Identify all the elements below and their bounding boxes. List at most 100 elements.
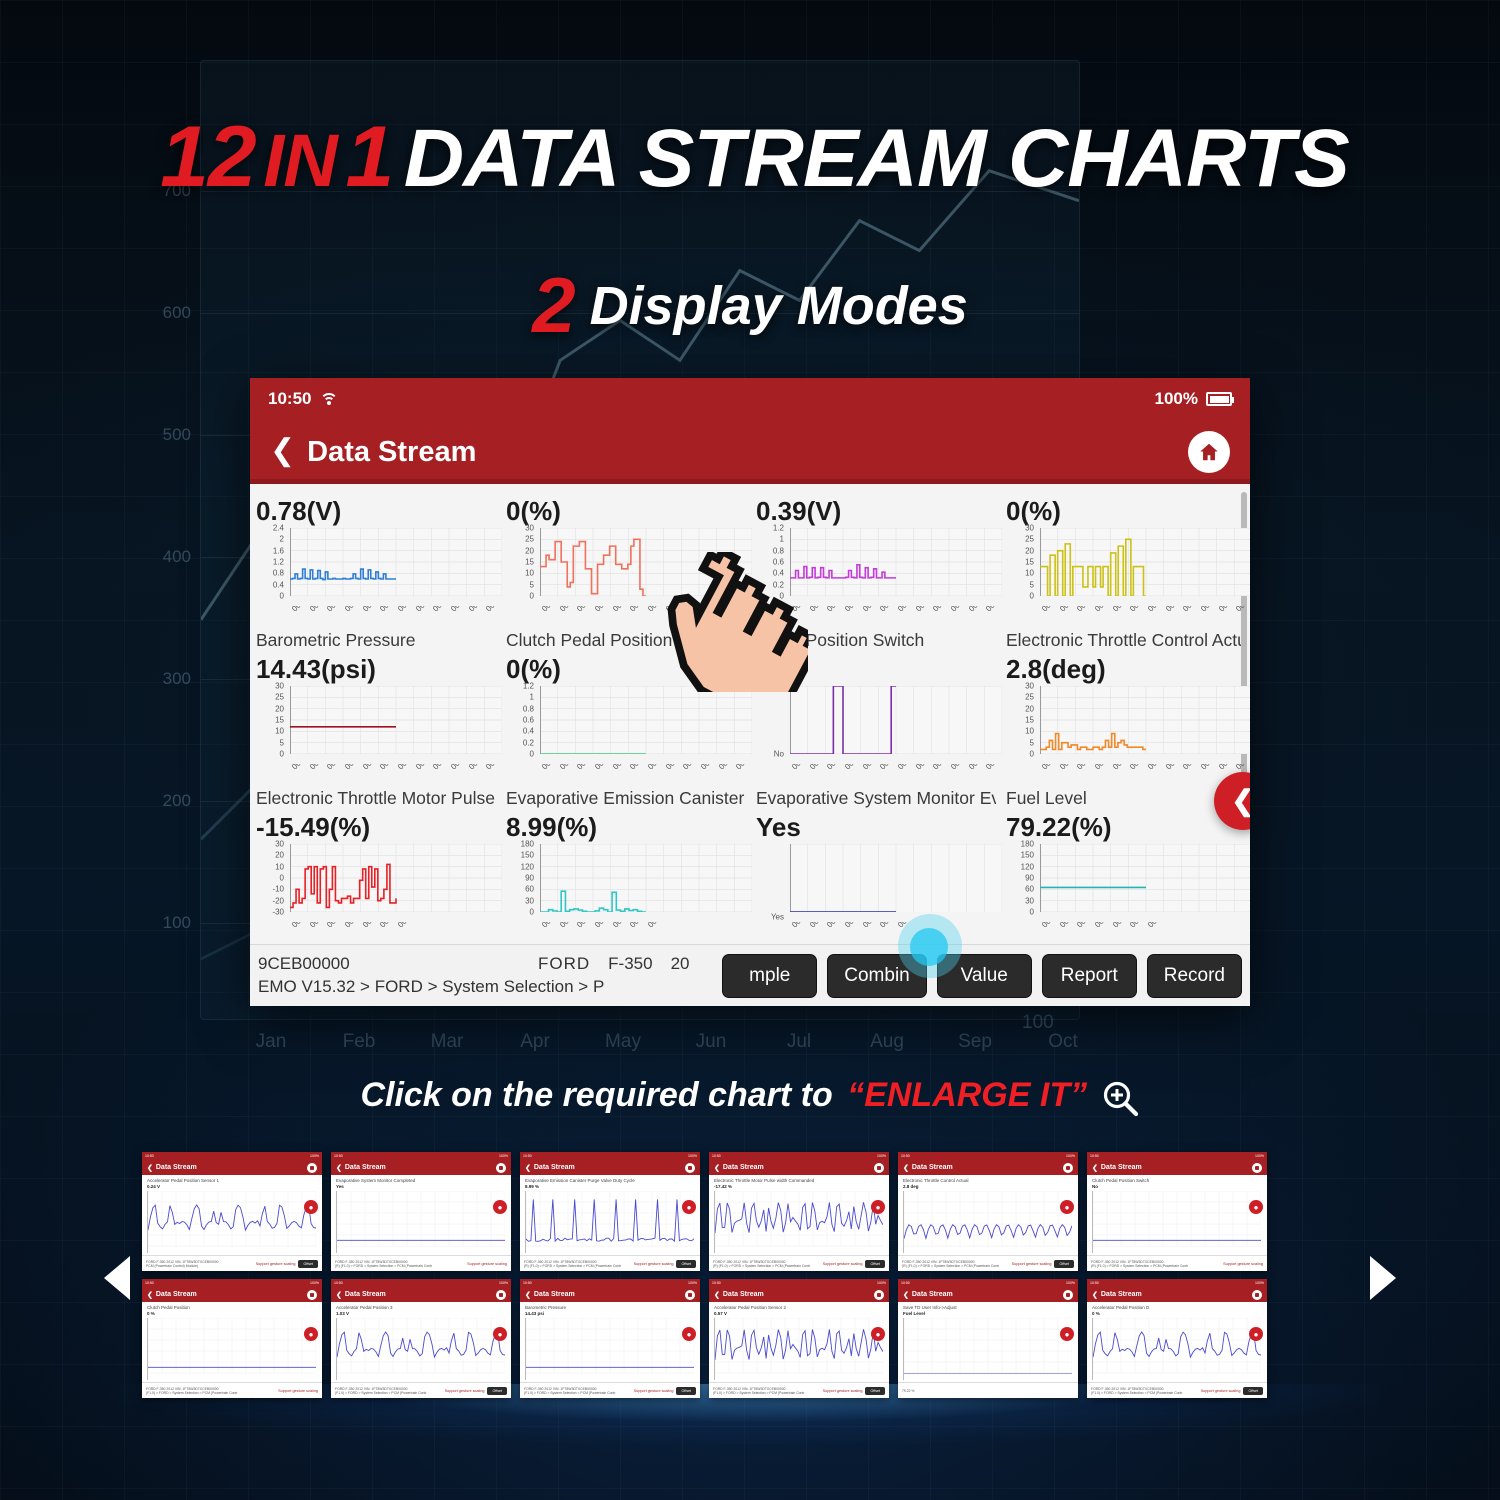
thumbnail-item[interactable]: 10:50 100% ❮ Data Stream Accelerator Pedal P… <box>331 1279 511 1398</box>
close-icon[interactable]: ● <box>1249 1327 1263 1341</box>
chevron-left-icon[interactable]: ❮ <box>1092 1164 1098 1172</box>
thumbnail-item[interactable]: 10:50 100% ❮ Data Stream Electronic Throttle… <box>898 1152 1078 1271</box>
thumbnail-item[interactable]: 10:50 100% ❮ Data Stream Evaporative Emissio… <box>520 1152 700 1271</box>
chart-ytick-label: 1 <box>530 693 534 702</box>
chart-plot[interactable]: NoYes <box>756 686 996 764</box>
close-icon[interactable]: ● <box>682 1327 696 1341</box>
chevron-left-icon[interactable]: ❮ <box>336 1291 342 1299</box>
chart-cell[interactable]: 8.99(%) 030 6090120 150180 00:0000:0500:1000… <box>500 810 750 946</box>
chart-value: 0(%) <box>506 494 746 528</box>
thumb-status-bar: 10:50 100% <box>331 1152 511 1160</box>
chart-plot[interactable]: 0 30 60 90 120 150 180 <box>506 844 746 922</box>
cta-highlight: “ENLARGE IT” <box>847 1076 1087 1114</box>
home-icon[interactable] <box>1063 1290 1073 1300</box>
chart-cell[interactable]: 0(%) 05 101520 2530 00:0000:0500:1000:1500:2… <box>1000 494 1250 652</box>
chevron-left-icon[interactable]: ❮ <box>525 1291 531 1299</box>
triangle-right-icon[interactable] <box>1370 1256 1396 1300</box>
thumb-button[interactable]: Offset <box>865 1387 885 1395</box>
triangle-left-icon[interactable] <box>104 1256 130 1300</box>
chevron-left-icon[interactable]: ❮ <box>1092 1291 1098 1299</box>
home-icon[interactable] <box>307 1290 317 1300</box>
thumb-plot <box>336 1191 506 1253</box>
status-bar: 10:50 100% <box>250 378 1250 420</box>
chevron-left-icon[interactable]: ❮ <box>714 1291 720 1299</box>
close-icon[interactable]: ● <box>682 1200 696 1214</box>
toolbar-button-mple[interactable]: mple <box>722 954 817 998</box>
thumbnail-item[interactable]: 10:50 100% ❮ Data Stream Electronic Throttle… <box>709 1152 889 1271</box>
chart-cell[interactable]: 0.78(V) 00.4 0.81.21.6 22.4 00:0000:0500:100… <box>250 494 500 652</box>
chevron-left-icon[interactable]: ❮ <box>147 1164 153 1172</box>
close-icon[interactable]: ● <box>304 1327 318 1341</box>
chart-plot[interactable]: 0 0.2 0.4 0.6 0.8 1 1.2 <box>506 686 746 764</box>
chevron-left-icon[interactable]: ❮ <box>525 1164 531 1172</box>
thumbnail-carousel[interactable]: 10:50 100% ❮ Data Stream Accelerator Pedal P… <box>0 1148 1500 1408</box>
chart-cell[interactable]: -15.49(%) -30-20 -10010 2030 00:0000:0500:10… <box>250 810 500 946</box>
thumb-button[interactable]: Offset <box>865 1260 885 1268</box>
thumb-button[interactable]: Offset <box>298 1260 318 1268</box>
chart-plot[interactable]: Yes <box>756 844 996 922</box>
home-icon[interactable] <box>496 1290 506 1300</box>
thumb-title: Data Stream <box>1101 1291 1142 1298</box>
toolbar-button-report[interactable]: Report <box>1042 954 1137 998</box>
home-icon[interactable] <box>685 1163 695 1173</box>
thumb-button[interactable]: Offset <box>1243 1387 1263 1395</box>
thumbnail-item[interactable]: 10:50 100% ❮ Data Stream Accelerator Pedal P… <box>1087 1279 1267 1398</box>
close-icon[interactable]: ● <box>493 1200 507 1214</box>
chevron-left-icon[interactable]: ❮ <box>336 1164 342 1172</box>
chart-xaxis: 00:0000:0500:1000:1500:2000:2500:30 <box>256 922 496 944</box>
chart-ytick-label: 30 <box>525 896 534 905</box>
thumbnail-item[interactable]: 10:50 100% ❮ Data Stream Evaporative System … <box>331 1152 511 1271</box>
close-icon[interactable]: ● <box>1060 1327 1074 1341</box>
thumb-button[interactable]: Offset <box>1054 1260 1074 1268</box>
thumbnail-item[interactable]: 10:50 100% ❮ Data Stream Accelerator Pedal P… <box>142 1152 322 1271</box>
toolbar-button-record[interactable]: Record <box>1147 954 1242 998</box>
thumbnail-item[interactable]: 10:50 100% ❮ Data Stream Barometric Pressure… <box>520 1279 700 1398</box>
thumb-param-name: Accelerator Pedal Position Sensor 1 <box>142 1175 322 1183</box>
close-icon[interactable]: ● <box>304 1200 318 1214</box>
chart-value: 2.8(deg) <box>1006 652 1246 686</box>
thumb-plot <box>903 1318 1073 1380</box>
thumbnail-item[interactable]: 10:50 100% ❮ Data Stream Save TD User Info->… <box>898 1279 1078 1398</box>
chart-plot[interactable]: 0 5 10 15 20 25 30 <box>1006 528 1246 606</box>
chart-plot[interactable]: -30 -20 -10 0 10 20 30 <box>256 844 496 922</box>
close-icon[interactable]: ● <box>871 1200 885 1214</box>
thumb-footer: FORD F-350 2012 VIN: 1FT8W3DTXCEB00000 (R… <box>898 1255 1078 1271</box>
chart-cell[interactable]: 2.8(deg) 05 101520 2530 00:0000:0500:1000:15… <box>1000 652 1250 810</box>
thumb-button[interactable]: Offset <box>676 1260 696 1268</box>
chart-plot[interactable]: 0 5 10 15 20 25 30 <box>256 686 496 764</box>
close-icon[interactable]: ● <box>1249 1200 1263 1214</box>
home-icon[interactable] <box>1188 431 1230 473</box>
thumbnail-item[interactable]: 10:50 100% ❮ Data Stream Clutch Pedal Positi… <box>1087 1152 1267 1271</box>
close-icon[interactable]: ● <box>871 1327 885 1341</box>
chart-value: 79.22(%) <box>1006 810 1246 844</box>
chart-cell[interactable]: 79.22(%) 030 6090120 150180 00:0000:0500:100… <box>1000 810 1250 946</box>
chart-cell[interactable]: 14.43(psi) 05 101520 2530 00:0000:0500:1000:… <box>250 652 500 810</box>
home-icon[interactable] <box>307 1163 317 1173</box>
close-icon[interactable]: ● <box>1060 1200 1074 1214</box>
chevron-left-icon[interactable]: ❮ <box>270 436 295 466</box>
thumbnail-item[interactable]: 10:50 100% ❮ Data Stream Accelerator Pedal P… <box>709 1279 889 1398</box>
chevron-left-icon[interactable]: ❮ <box>903 1164 909 1172</box>
thumb-button[interactable]: Offset <box>676 1387 696 1395</box>
thumb-nav-bar: ❮ Data Stream <box>142 1160 322 1175</box>
chart-cell[interactable]: YesYes00:0000:0500:1000:1500:2000:2500:3… <box>750 810 1000 946</box>
close-icon[interactable]: ● <box>493 1327 507 1341</box>
chart-plot[interactable]: 0 30 60 90 120 150 180 <box>1006 844 1246 922</box>
thumb-button[interactable]: Offset <box>487 1387 507 1395</box>
chart-plot[interactable]: 0 5 10 15 20 25 30 <box>1006 686 1246 764</box>
home-icon[interactable] <box>874 1163 884 1173</box>
thumb-breadcrumb: PCM (Powertrain Control) Module) <box>146 1264 219 1268</box>
chevron-left-icon[interactable]: ❮ <box>147 1291 153 1299</box>
thumbnail-item[interactable]: 10:50 100% ❮ Data Stream Clutch Pedal Positi… <box>142 1279 322 1398</box>
home-icon[interactable] <box>874 1290 884 1300</box>
chart-plot[interactable]: 0 0.4 0.8 1.2 1.6 2 2.4 <box>256 528 496 606</box>
home-icon[interactable] <box>1252 1163 1262 1173</box>
chevron-left-icon[interactable]: ❮ <box>903 1291 909 1299</box>
thumb-chart-svg <box>337 1318 505 1374</box>
home-icon[interactable] <box>1252 1290 1262 1300</box>
background-month-label: Jan <box>256 1031 287 1053</box>
home-icon[interactable] <box>685 1290 695 1300</box>
home-icon[interactable] <box>496 1163 506 1173</box>
chevron-left-icon[interactable]: ❮ <box>714 1164 720 1172</box>
home-icon[interactable] <box>1063 1163 1073 1173</box>
